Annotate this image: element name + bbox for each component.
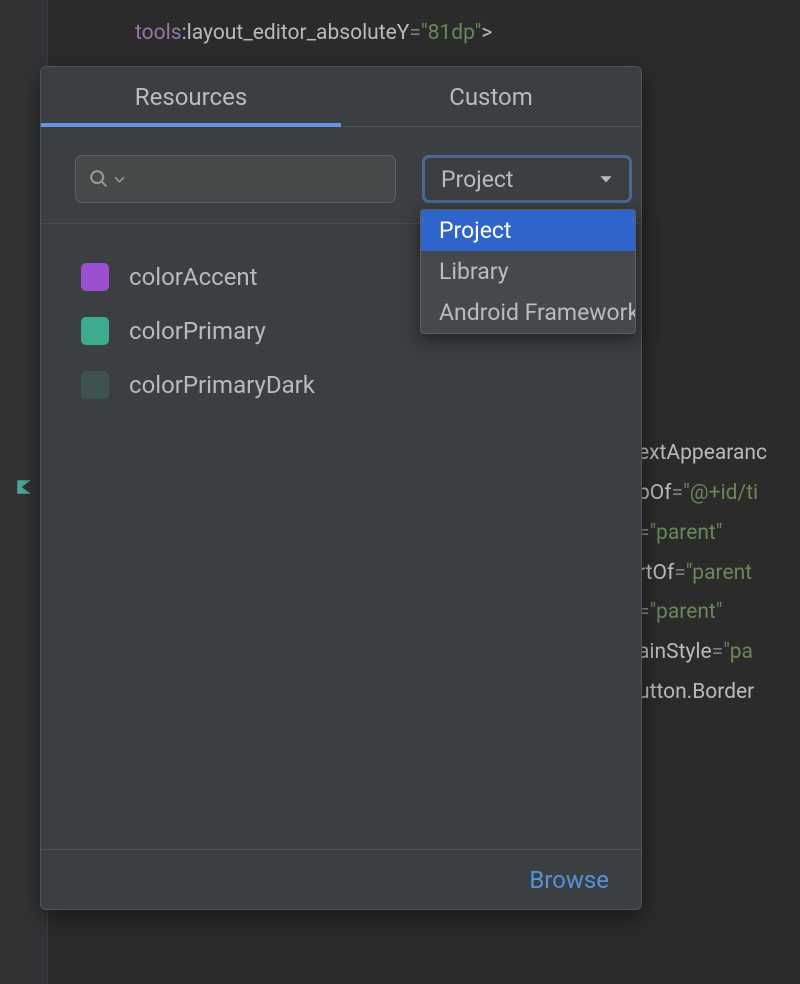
dropdown-option[interactable]: Project — [421, 210, 635, 251]
tab-label: Resources — [135, 83, 247, 111]
browse-link[interactable]: Browse — [529, 866, 609, 894]
resource-picker-popup: Resources Custom Project ProjectLibraryA… — [40, 66, 642, 910]
color-swatch — [81, 263, 109, 291]
dropdown-option[interactable]: Android Framework — [421, 292, 635, 333]
tab-bar: Resources Custom — [41, 67, 641, 127]
chevron-down-icon — [599, 172, 613, 186]
search-icon — [88, 168, 110, 190]
resource-item[interactable]: colorPrimaryDark — [75, 358, 607, 412]
scope-dropdown[interactable]: Project — [422, 155, 632, 203]
tab-resources[interactable]: Resources — [41, 67, 341, 126]
color-swatch — [81, 317, 109, 345]
tab-custom[interactable]: Custom — [341, 67, 641, 126]
search-input[interactable] — [75, 155, 396, 203]
resource-label: colorPrimary — [129, 317, 266, 345]
resource-label: colorAccent — [129, 263, 258, 291]
scope-dropdown-menu: ProjectLibraryAndroid Framework — [420, 209, 636, 334]
popup-footer: Browse — [41, 849, 641, 909]
code-line: tools:layout_editor_absoluteY="81dp"> — [0, 14, 800, 54]
filter-row: Project ProjectLibraryAndroid Framework — [41, 127, 641, 224]
search-field[interactable] — [129, 167, 383, 191]
chevron-down-icon — [114, 174, 125, 185]
resource-label: colorPrimaryDark — [129, 371, 315, 399]
dropdown-option[interactable]: Library — [421, 251, 635, 292]
dropdown-value: Project — [441, 166, 513, 193]
tab-label: Custom — [449, 83, 533, 111]
color-swatch — [81, 371, 109, 399]
